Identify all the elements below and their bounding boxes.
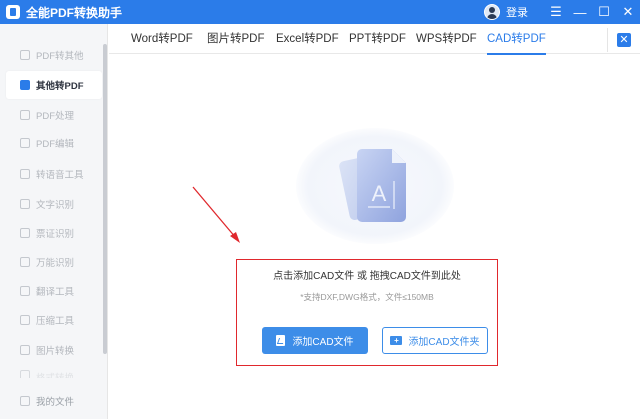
folder-add-icon: + <box>390 336 403 345</box>
file-add-icon <box>276 335 286 346</box>
add-cad-folder-label: 添加CAD文件夹 <box>408 337 480 348</box>
upload-hint: *支持DXF,DWG格式，文件≤150MB <box>300 292 434 302</box>
add-cad-file-button[interactable]: 添加CAD文件 <box>262 327 368 354</box>
add-cad-file-label: 添加CAD文件 <box>292 337 354 348</box>
upload-title: 点击添加CAD文件 或 拖拽CAD文件到此处 <box>273 271 461 282</box>
add-cad-folder-button[interactable]: + 添加CAD文件夹 <box>382 327 488 354</box>
upload-drop-zone[interactable]: 点击添加CAD文件 或 拖拽CAD文件到此处 *支持DXF,DWG格式，文件≤1… <box>236 259 498 366</box>
